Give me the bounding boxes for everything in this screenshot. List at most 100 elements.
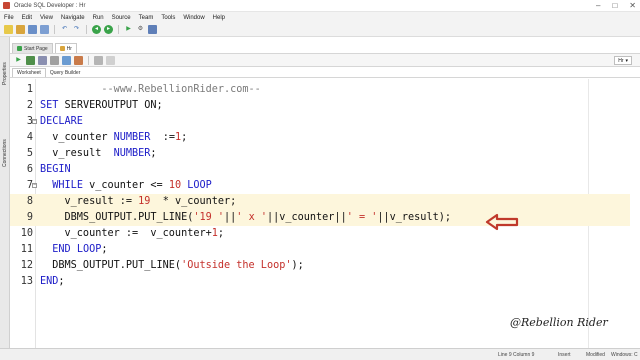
back-icon[interactable]: ◂ <box>92 25 101 34</box>
menu-team[interactable]: Team <box>139 15 154 21</box>
code-line[interactable]: 7− WHILE v_counter <= 10 LOOP <box>10 178 630 194</box>
code-line[interactable]: 13 END; <box>10 274 630 290</box>
code-token: ' x ' <box>236 212 267 223</box>
fold-toggle-icon[interactable]: − <box>32 119 37 124</box>
code-line[interactable]: 12 DBMS_OUTPUT.PUT_LINE('Outside the Loo… <box>10 258 630 274</box>
code-line[interactable]: 3− DECLARE <box>10 114 630 130</box>
code-text: END LOOP; <box>40 242 107 258</box>
maximize-button[interactable]: □ <box>612 1 617 11</box>
document-tabs: Start Page Hr <box>10 42 640 53</box>
modified-status: Modified <box>586 352 605 358</box>
code-token: NUMBER <box>113 132 151 143</box>
tab-query-builder[interactable]: Query Builder <box>46 68 85 77</box>
redo-icon[interactable]: ↷ <box>72 25 81 34</box>
run-icon[interactable]: ▶ <box>124 25 133 34</box>
menu-source[interactable]: Source <box>112 15 131 21</box>
tab-start-page[interactable]: Start Page <box>12 43 53 53</box>
window-title: Oracle SQL Developer : Hr <box>14 2 86 9</box>
code-text: END; <box>40 274 65 290</box>
code-text: v_result := 19 * v_counter; <box>40 194 237 210</box>
code-token: v_counter <box>40 132 114 143</box>
autotrace-icon[interactable] <box>38 55 47 65</box>
chevron-down-icon: ▾ <box>625 57 628 64</box>
insert-mode: Insert <box>558 352 571 358</box>
main-toolbar: ↶ ↷ ◂ ▸ ▶ ⚙ <box>0 23 640 37</box>
code-line[interactable]: 1 --www.RebellionRider.com-- <box>10 82 630 98</box>
save-icon[interactable] <box>28 25 37 34</box>
code-text: BEGIN <box>40 162 71 178</box>
title-bar: Oracle SQL Developer : Hr – □ ✕ <box>0 0 640 12</box>
code-token: ); <box>291 260 304 271</box>
fold-toggle-icon[interactable]: − <box>32 183 37 188</box>
code-token: END LOOP <box>52 244 102 255</box>
code-line[interactable]: 9 DBMS_OUTPUT.PUT_LINE('19 '||' x '||v_c… <box>10 210 630 226</box>
code-line[interactable]: 2 SET SERVEROUTPUT ON; <box>10 98 630 114</box>
menu-bar: File Edit View Navigate Run Source Team … <box>0 12 640 23</box>
code-token: WHILE <box>52 180 83 191</box>
close-button[interactable]: ✕ <box>629 1 636 11</box>
code-text: DECLARE <box>40 114 83 130</box>
menu-view[interactable]: View <box>40 15 53 21</box>
code-token: v_result <box>40 148 114 159</box>
connections-side-tab[interactable]: Connections <box>1 125 9 181</box>
code-token: END <box>40 276 59 287</box>
line-number: 1 <box>26 84 33 95</box>
forward-icon[interactable]: ▸ <box>104 25 113 34</box>
rollback-icon[interactable] <box>74 55 83 65</box>
code-line[interactable]: 8 v_result := 19 * v_counter; <box>10 194 630 210</box>
os-indicator: Windows: C <box>611 352 638 358</box>
code-token: v_counter := v_counter+ <box>40 228 212 239</box>
tab-hr[interactable]: Hr <box>54 43 77 53</box>
line-number: 7 <box>26 180 33 191</box>
code-text: DBMS_OUTPUT.PUT_LINE('Outside the Loop')… <box>40 258 304 274</box>
code-text: SET SERVEROUTPUT ON; <box>40 98 163 114</box>
tab-label: Start Page <box>24 45 48 52</box>
sql-monitor-icon[interactable] <box>148 25 157 34</box>
line-number: 13 <box>20 276 33 287</box>
save-all-icon[interactable] <box>40 25 49 34</box>
sql-developer-icon <box>3 2 10 9</box>
code-text: --www.RebellionRider.com-- <box>40 82 260 98</box>
menu-run[interactable]: Run <box>93 15 104 21</box>
code-editor[interactable]: 1 --www.RebellionRider.com-- 2 SET SERVERO… <box>10 79 630 348</box>
tab-label: Hr <box>66 45 72 52</box>
line-number: 6 <box>26 164 33 175</box>
worksheet-toolbar: ▶ Hr ▾ <box>10 53 640 67</box>
code-text: v_result NUMBER; <box>40 146 156 162</box>
explain-plan-icon[interactable] <box>50 55 59 65</box>
format-icon[interactable] <box>94 55 103 65</box>
code-line[interactable]: 5 v_result NUMBER; <box>10 146 630 162</box>
undo-icon[interactable]: ↶ <box>60 25 69 34</box>
line-number: 4 <box>26 132 33 143</box>
open-icon[interactable] <box>16 25 25 34</box>
menu-help[interactable]: Help <box>213 15 225 21</box>
new-icon[interactable] <box>4 25 13 34</box>
menu-edit[interactable]: Edit <box>22 15 32 21</box>
side-panel-strip: Properties Connections <box>0 37 10 348</box>
commit-icon[interactable] <box>62 55 71 65</box>
code-line[interactable]: 4 v_counter NUMBER :=1; <box>10 130 630 146</box>
menu-window[interactable]: Window <box>183 15 204 21</box>
run-statement-icon[interactable]: ▶ <box>14 56 23 65</box>
menu-navigate[interactable]: Navigate <box>61 15 85 21</box>
run-script-icon[interactable] <box>26 55 35 65</box>
code-token: '19 ' <box>193 212 225 223</box>
minimize-button[interactable]: – <box>596 1 600 11</box>
code-line[interactable]: 11 END LOOP; <box>10 242 630 258</box>
clear-icon[interactable] <box>106 55 115 65</box>
code-token: ; <box>181 132 188 143</box>
code-token: SET <box>40 100 65 111</box>
code-text: WHILE v_counter <= 10 LOOP <box>40 178 212 194</box>
code-token: v_counter <= <box>82 180 169 191</box>
code-line[interactable]: 6 BEGIN <box>10 162 630 178</box>
code-token: ' = ' <box>346 212 378 223</box>
menu-tools[interactable]: Tools <box>161 15 175 21</box>
properties-side-tab[interactable]: Properties <box>1 51 9 97</box>
menu-file[interactable]: File <box>4 15 14 21</box>
connection-select[interactable]: Hr ▾ <box>614 56 632 65</box>
debug-icon[interactable]: ⚙ <box>136 25 145 34</box>
toolbar-divider <box>88 55 89 65</box>
code-line[interactable]: 10 v_counter := v_counter+1; <box>10 226 630 242</box>
tab-worksheet[interactable]: Worksheet <box>12 68 46 77</box>
